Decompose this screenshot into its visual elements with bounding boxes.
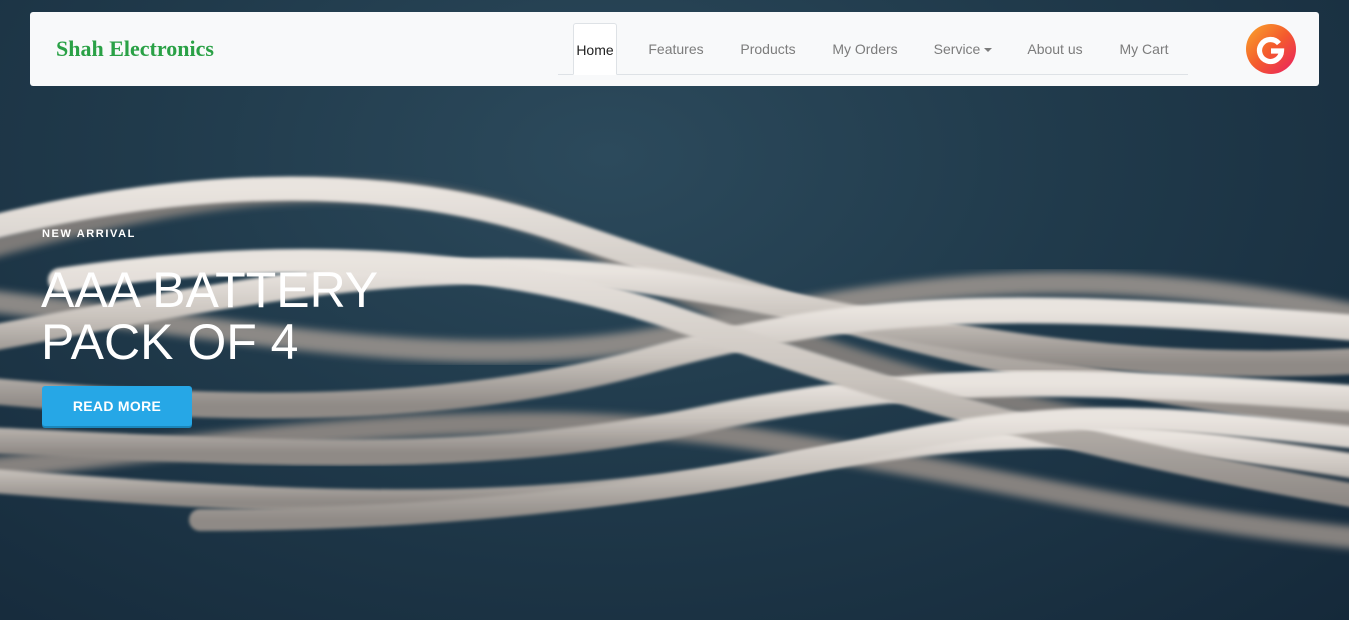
nav-item-my-cart[interactable]: My Cart [1112, 23, 1176, 75]
hero-title: AAA BATTERY PACK OF 4 [41, 264, 461, 368]
nav-item-service-label: Service [933, 41, 981, 57]
nav-item-features[interactable]: Features [641, 23, 711, 75]
hero-title-line-2: PACK OF 4 [41, 314, 299, 370]
nav-item-service[interactable]: Service [928, 23, 998, 75]
brand-logo-text[interactable]: Shah Electronics [56, 36, 214, 62]
nav-item-my-orders[interactable]: My Orders [825, 23, 905, 75]
caret-down-icon [984, 48, 993, 52]
nav-item-products[interactable]: Products [733, 23, 803, 75]
nav-item-home[interactable]: Home [573, 23, 617, 75]
hero-title-line-1: AAA BATTERY [41, 262, 379, 318]
nav-item-about-us[interactable]: About us [1020, 23, 1090, 75]
google-g-icon[interactable] [1246, 24, 1296, 74]
top-navbar: Shah Electronics Home Features Products … [30, 12, 1319, 86]
hero-eyebrow: NEW ARRIVAL [42, 228, 136, 240]
read-more-button[interactable]: READ MORE [42, 386, 192, 426]
